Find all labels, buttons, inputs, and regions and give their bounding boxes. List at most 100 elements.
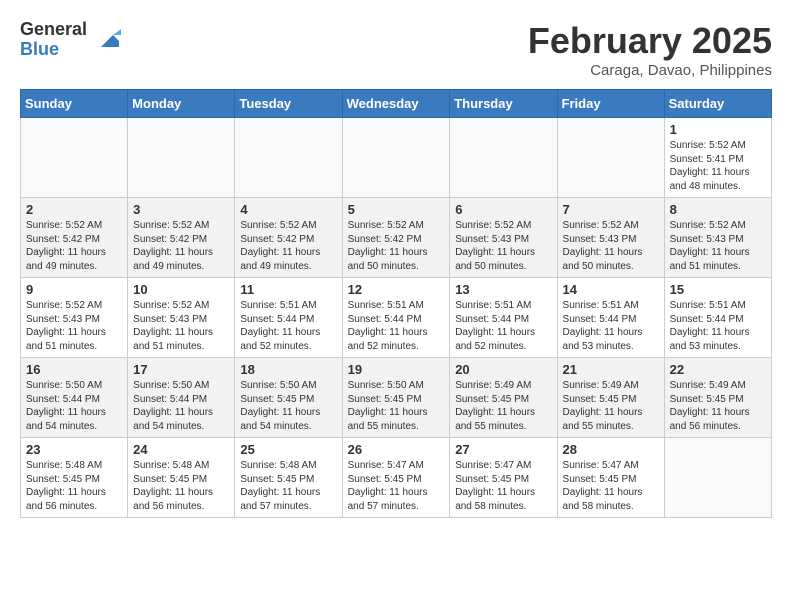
- day-number: 4: [240, 202, 336, 217]
- calendar-header-row: SundayMondayTuesdayWednesdayThursdayFrid…: [21, 90, 772, 118]
- day-number: 23: [26, 442, 122, 457]
- day-number: 3: [133, 202, 229, 217]
- calendar-cell: 21 Sunrise: 5:49 AM Sunset: 5:45 PM Dayli…: [557, 358, 664, 438]
- calendar-cell: 20 Sunrise: 5:49 AM Sunset: 5:45 PM Dayli…: [450, 358, 557, 438]
- calendar-cell: 15Sunrise: 5:51 AM Sunset: 5:44 PM Dayli…: [664, 278, 771, 358]
- day-info: Sunrise: 5:52 AM Sunset: 5:43 PM Dayligh…: [455, 219, 551, 273]
- calendar-cell: 17Sunrise: 5:50 AM Sunset: 5:44 PM Dayli…: [128, 358, 235, 438]
- day-info: Sunrise: 5:52 AM Sunset: 5:42 PM Dayligh…: [26, 219, 122, 273]
- weekday-header: Saturday: [664, 90, 771, 118]
- day-number: 22: [670, 362, 766, 377]
- calendar-cell: 22 Sunrise: 5:49 AM Sunset: 5:45 PM Dayli…: [664, 358, 771, 438]
- calendar-cell: 7 Sunrise: 5:52 AM Sunset: 5:43 PM Daylig…: [557, 198, 664, 278]
- logo-icon: [91, 25, 121, 55]
- day-info: Sunrise: 5:51 AM Sunset: 5:44 PM Dayligh…: [240, 299, 336, 353]
- calendar-cell: 18Sunrise: 5:50 AM Sunset: 5:45 PM Dayli…: [235, 358, 342, 438]
- day-info: Sunrise: 5:47 AM Sunset: 5:45 PM Dayligh…: [563, 459, 659, 513]
- logo: General Blue: [20, 20, 121, 60]
- weekday-header: Thursday: [450, 90, 557, 118]
- calendar-cell: 12Sunrise: 5:51 AM Sunset: 5:44 PM Dayli…: [342, 278, 450, 358]
- location: Caraga, Davao, Philippines: [528, 62, 772, 79]
- day-number: 12: [348, 282, 445, 297]
- calendar-cell: 24Sunrise: 5:48 AM Sunset: 5:45 PM Dayli…: [128, 438, 235, 518]
- day-info: Sunrise: 5:51 AM Sunset: 5:44 PM Dayligh…: [563, 299, 659, 353]
- day-info: Sunrise: 5:52 AM Sunset: 5:43 PM Dayligh…: [563, 219, 659, 273]
- day-number: 10: [133, 282, 229, 297]
- day-number: 21: [563, 362, 659, 377]
- calendar-cell: 28 Sunrise: 5:47 AM Sunset: 5:45 PM Dayli…: [557, 438, 664, 518]
- calendar-cell: 4 Sunrise: 5:52 AM Sunset: 5:42 PM Daylig…: [235, 198, 342, 278]
- calendar-cell: 19Sunrise: 5:50 AM Sunset: 5:45 PM Dayli…: [342, 358, 450, 438]
- day-info: Sunrise: 5:50 AM Sunset: 5:45 PM Dayligh…: [348, 379, 445, 433]
- calendar-cell: 5 Sunrise: 5:52 AM Sunset: 5:42 PM Daylig…: [342, 198, 450, 278]
- calendar-week-row: 2 Sunrise: 5:52 AM Sunset: 5:42 PM Daylig…: [21, 198, 772, 278]
- day-number: 25: [240, 442, 336, 457]
- day-info: Sunrise: 5:49 AM Sunset: 5:45 PM Dayligh…: [563, 379, 659, 433]
- calendar-cell: [450, 118, 557, 198]
- weekday-header: Tuesday: [235, 90, 342, 118]
- calendar-cell: 3 Sunrise: 5:52 AM Sunset: 5:42 PM Daylig…: [128, 198, 235, 278]
- day-number: 14: [563, 282, 659, 297]
- calendar-cell: 25Sunrise: 5:48 AM Sunset: 5:45 PM Dayli…: [235, 438, 342, 518]
- day-number: 2: [26, 202, 122, 217]
- calendar-cell: [664, 438, 771, 518]
- day-info: Sunrise: 5:52 AM Sunset: 5:42 PM Dayligh…: [348, 219, 445, 273]
- calendar-cell: 16 Sunrise: 5:50 AM Sunset: 5:44 PM Dayli…: [21, 358, 128, 438]
- day-info: Sunrise: 5:52 AM Sunset: 5:43 PM Dayligh…: [26, 299, 122, 353]
- logo-text: General Blue: [20, 20, 87, 60]
- day-info: Sunrise: 5:47 AM Sunset: 5:45 PM Dayligh…: [348, 459, 445, 513]
- calendar-cell: [128, 118, 235, 198]
- day-number: 17: [133, 362, 229, 377]
- day-number: 15: [670, 282, 766, 297]
- day-number: 8: [670, 202, 766, 217]
- calendar-cell: 1 Sunrise: 5:52 AM Sunset: 5:41 PM Daylig…: [664, 118, 771, 198]
- day-number: 7: [563, 202, 659, 217]
- day-info: Sunrise: 5:49 AM Sunset: 5:45 PM Dayligh…: [455, 379, 551, 433]
- calendar-cell: [21, 118, 128, 198]
- day-info: Sunrise: 5:52 AM Sunset: 5:42 PM Dayligh…: [133, 219, 229, 273]
- calendar-table: SundayMondayTuesdayWednesdayThursdayFrid…: [20, 89, 772, 518]
- calendar-week-row: 9 Sunrise: 5:52 AM Sunset: 5:43 PM Daylig…: [21, 278, 772, 358]
- weekday-header: Wednesday: [342, 90, 450, 118]
- day-number: 26: [348, 442, 445, 457]
- calendar-week-row: 23 Sunrise: 5:48 AM Sunset: 5:45 PM Dayli…: [21, 438, 772, 518]
- calendar-cell: 13 Sunrise: 5:51 AM Sunset: 5:44 PM Dayli…: [450, 278, 557, 358]
- day-number: 1: [670, 122, 766, 137]
- calendar-cell: 23 Sunrise: 5:48 AM Sunset: 5:45 PM Dayli…: [21, 438, 128, 518]
- calendar-cell: 9 Sunrise: 5:52 AM Sunset: 5:43 PM Daylig…: [21, 278, 128, 358]
- day-number: 16: [26, 362, 122, 377]
- title-block: February 2025 Caraga, Davao, Philippines: [528, 20, 772, 79]
- day-info: Sunrise: 5:49 AM Sunset: 5:45 PM Dayligh…: [670, 379, 766, 433]
- weekday-header: Monday: [128, 90, 235, 118]
- day-info: Sunrise: 5:52 AM Sunset: 5:43 PM Dayligh…: [133, 299, 229, 353]
- month-title: February 2025: [528, 20, 772, 62]
- day-info: Sunrise: 5:52 AM Sunset: 5:42 PM Dayligh…: [240, 219, 336, 273]
- day-info: Sunrise: 5:48 AM Sunset: 5:45 PM Dayligh…: [133, 459, 229, 513]
- day-number: 5: [348, 202, 445, 217]
- calendar-cell: [342, 118, 450, 198]
- calendar-cell: 14 Sunrise: 5:51 AM Sunset: 5:44 PM Dayli…: [557, 278, 664, 358]
- logo-blue: Blue: [20, 40, 87, 60]
- day-info: Sunrise: 5:52 AM Sunset: 5:41 PM Dayligh…: [670, 139, 766, 193]
- calendar-cell: 6 Sunrise: 5:52 AM Sunset: 5:43 PM Daylig…: [450, 198, 557, 278]
- day-info: Sunrise: 5:48 AM Sunset: 5:45 PM Dayligh…: [26, 459, 122, 513]
- day-info: Sunrise: 5:52 AM Sunset: 5:43 PM Dayligh…: [670, 219, 766, 273]
- day-number: 13: [455, 282, 551, 297]
- calendar-cell: 27Sunrise: 5:47 AM Sunset: 5:45 PM Dayli…: [450, 438, 557, 518]
- day-info: Sunrise: 5:50 AM Sunset: 5:44 PM Dayligh…: [26, 379, 122, 433]
- calendar-cell: 10 Sunrise: 5:52 AM Sunset: 5:43 PM Dayli…: [128, 278, 235, 358]
- calendar-cell: 26 Sunrise: 5:47 AM Sunset: 5:45 PM Dayli…: [342, 438, 450, 518]
- logo-general: General: [20, 20, 87, 40]
- calendar-cell: 8 Sunrise: 5:52 AM Sunset: 5:43 PM Daylig…: [664, 198, 771, 278]
- calendar-cell: 2 Sunrise: 5:52 AM Sunset: 5:42 PM Daylig…: [21, 198, 128, 278]
- weekday-header: Friday: [557, 90, 664, 118]
- day-info: Sunrise: 5:51 AM Sunset: 5:44 PM Dayligh…: [455, 299, 551, 353]
- day-number: 20: [455, 362, 551, 377]
- day-number: 11: [240, 282, 336, 297]
- day-info: Sunrise: 5:50 AM Sunset: 5:45 PM Dayligh…: [240, 379, 336, 433]
- day-number: 28: [563, 442, 659, 457]
- calendar-cell: 11 Sunrise: 5:51 AM Sunset: 5:44 PM Dayli…: [235, 278, 342, 358]
- day-number: 9: [26, 282, 122, 297]
- calendar-week-row: 1 Sunrise: 5:52 AM Sunset: 5:41 PM Daylig…: [21, 118, 772, 198]
- day-number: 6: [455, 202, 551, 217]
